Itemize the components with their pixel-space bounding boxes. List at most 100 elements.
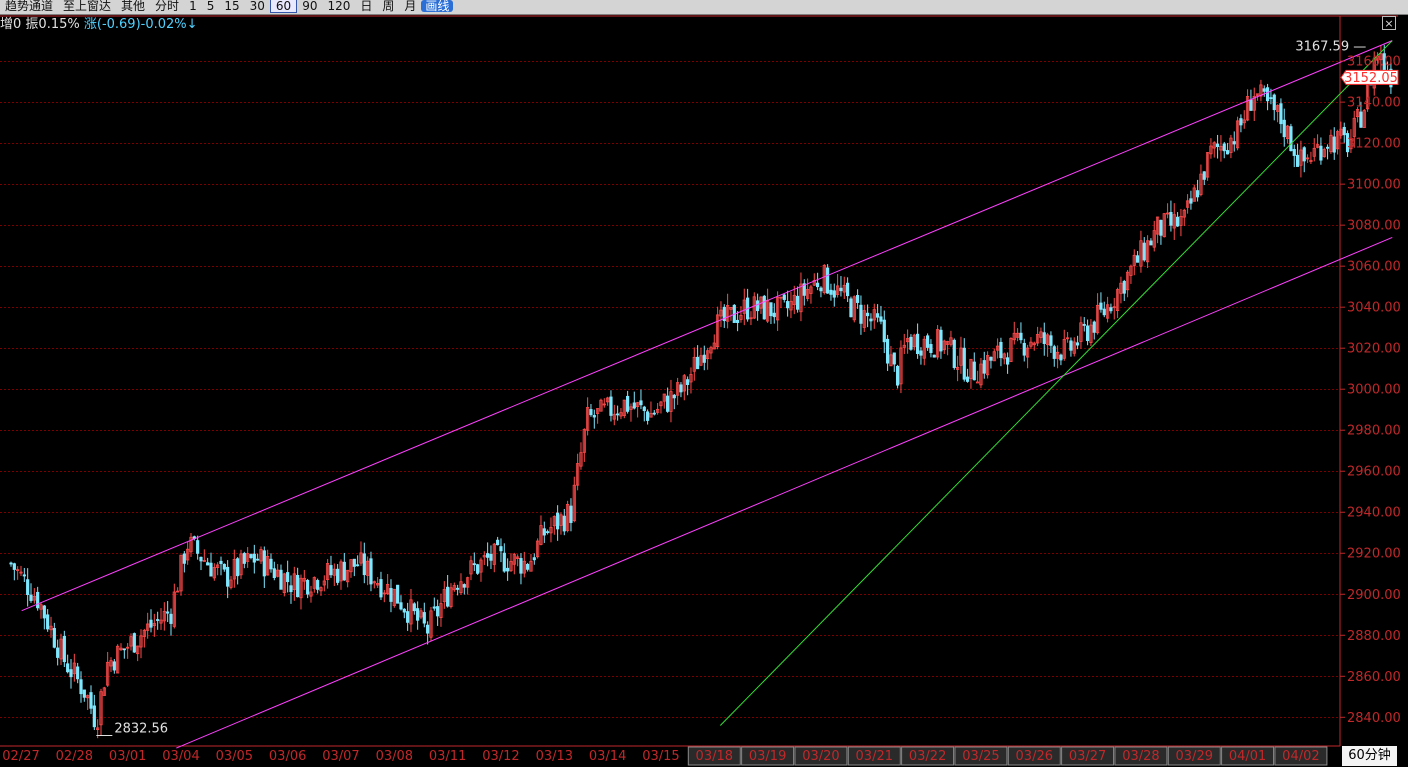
- candle-body-279: [939, 329, 943, 352]
- candle-body-16: [62, 635, 66, 663]
- candle-body-218: [736, 319, 740, 324]
- draw-tool-badge[interactable]: 画线: [421, 0, 454, 12]
- candle-body-266: [896, 365, 900, 386]
- candle-body-187: [632, 402, 636, 409]
- candle-body-243: [819, 287, 823, 292]
- candle-body-139: [472, 563, 476, 566]
- candle-body-34: [122, 648, 126, 651]
- candle-body-275: [926, 335, 930, 348]
- toolbar-item-4[interactable]: 1: [184, 0, 202, 12]
- toolbar: 趋势通道 至上窗达 其他 分时 1 5 15 30 60 90 120 日周月画线: [0, 0, 1408, 15]
- candle-body-103: [352, 558, 356, 567]
- candle-body-342: [1149, 240, 1153, 246]
- candle-body-117: [399, 602, 403, 610]
- candle-body-72: [249, 554, 253, 559]
- price-tick-label-3160: 3160.00: [1347, 55, 1401, 70]
- toolbar-item-10[interactable]: 120: [322, 0, 355, 12]
- candle-body-106: [362, 553, 366, 576]
- candle-body-86: [296, 574, 300, 598]
- candle-body-385: [1292, 149, 1296, 156]
- toolbar-item-12[interactable]: 周: [377, 0, 399, 12]
- candle-body-249: [839, 287, 843, 292]
- candle-body-20: [76, 666, 80, 680]
- candle-body-1: [12, 563, 16, 570]
- toolbar-item-8[interactable]: 60: [269, 0, 298, 13]
- candle-body-13: [52, 628, 56, 648]
- period-label[interactable]: 60分钟: [1342, 746, 1397, 766]
- toolbar-item-2[interactable]: 其他: [116, 0, 150, 12]
- price-tick-label-3140: 3140.00: [1347, 96, 1401, 111]
- candle-body-262: [882, 319, 886, 343]
- candle-body-65: [226, 566, 230, 587]
- candle-body-111: [379, 579, 383, 598]
- candle-body-325: [1092, 321, 1096, 333]
- date-label-03/22: 03/22: [909, 749, 946, 764]
- candle-body-108: [369, 558, 373, 585]
- toolbar-item-7[interactable]: 30: [245, 0, 270, 12]
- candle-body-190: [642, 406, 646, 412]
- candle-body-323: [1085, 325, 1090, 342]
- toolbar-item-9[interactable]: 90: [297, 0, 322, 12]
- candle-body-384: [1289, 126, 1293, 152]
- low-price-label: 2832.56: [114, 722, 168, 737]
- toolbar-item-11[interactable]: 日: [355, 0, 377, 12]
- candle-body-208: [702, 354, 706, 363]
- candle-body-185: [626, 395, 630, 412]
- toolbar-item-6[interactable]: 15: [219, 0, 244, 12]
- candle-body-68: [236, 558, 240, 577]
- candle-body-24: [89, 692, 93, 709]
- candle-body-330: [1109, 307, 1113, 312]
- candle-body-386: [1295, 154, 1300, 167]
- candle-body-21: [79, 679, 83, 695]
- toolbar-item-0[interactable]: 趋势通道: [0, 0, 58, 12]
- candle-body-252: [849, 298, 853, 318]
- date-label-03/01: 03/01: [109, 749, 146, 764]
- toolbar-item-13[interactable]: 月: [399, 0, 421, 12]
- current-price-label: 3152.05: [1344, 71, 1398, 86]
- toolbar-item-5[interactable]: 5: [202, 0, 220, 12]
- toolbar-item-1[interactable]: 至上窗达: [58, 0, 116, 12]
- candle-body-47: [166, 611, 170, 614]
- candle-body-224: [756, 300, 760, 312]
- candle-body-149: [506, 567, 510, 572]
- toolbar-item-3[interactable]: 分时: [150, 0, 184, 12]
- date-label-03/20: 03/20: [802, 749, 839, 764]
- amplitude-label: 振0.15%: [25, 17, 80, 32]
- candle-body-290: [976, 381, 980, 384]
- candle-body-313: [1052, 346, 1056, 359]
- date-label-03/25: 03/25: [962, 749, 999, 764]
- candle-body-405: [1359, 111, 1363, 128]
- candle-body-157: [532, 557, 536, 561]
- candle-body-365: [1225, 150, 1230, 155]
- close-icon[interactable]: ×: [1382, 16, 1396, 30]
- candle-body-180: [609, 396, 613, 416]
- candle-body-59: [206, 562, 210, 566]
- candle-series: [9, 44, 1393, 739]
- price-axis[interactable]: 2840.00 2860.00 2880.00 2900.00 2920.00 2940.…: [1340, 55, 1401, 726]
- candle-body-121: [412, 603, 416, 612]
- date-label-03/14: 03/14: [589, 749, 626, 764]
- candlestick-chart[interactable]: 2840.00 2860.00 2880.00 2900.00 2920.00 2940.…: [0, 0, 1408, 767]
- candle-body-203: [686, 379, 690, 385]
- date-label-03/26: 03/26: [1016, 749, 1053, 764]
- candle-body-182: [616, 413, 620, 416]
- candle-body-318: [1069, 340, 1073, 351]
- date-axis[interactable]: 02/27 02/28 03/01 03/04 03/05 03/06 03/07 03/08…: [2, 749, 1319, 764]
- candle-body-52: [182, 553, 186, 564]
- candle-body-143: [486, 553, 490, 558]
- candle-body-124: [422, 612, 426, 624]
- candle-body-226: [762, 295, 766, 320]
- candle-body-70: [242, 552, 246, 564]
- candle-body-37: [132, 633, 136, 653]
- candle-body-136: [462, 584, 466, 588]
- price-tick-label-2860: 2860.00: [1347, 670, 1401, 685]
- candle-body-206: [696, 356, 700, 370]
- price-tick-label-2900: 2900.00: [1347, 588, 1401, 603]
- candle-body-175: [592, 415, 596, 418]
- candle-body-79: [272, 568, 276, 578]
- candle-body-131: [446, 586, 450, 607]
- candle-body-60: [209, 562, 213, 577]
- candle-body-31: [112, 661, 116, 671]
- candle-body-14: [56, 647, 60, 658]
- candle-body-272: [916, 333, 920, 355]
